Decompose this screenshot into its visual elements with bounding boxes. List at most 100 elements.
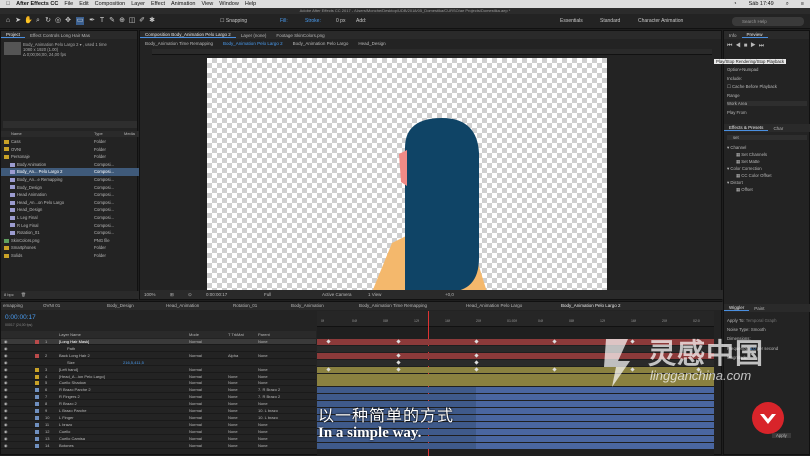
next-frame-icon[interactable]: ▶ — [750, 43, 758, 49]
project-item[interactable]: OVNI Folder — [1, 146, 139, 154]
layer-trkmat[interactable]: None — [228, 443, 238, 449]
layer-parent[interactable]: None — [258, 380, 268, 386]
tab-character[interactable]: Char — [768, 126, 788, 131]
tab-preview[interactable]: Preview — [741, 32, 768, 38]
layer-row[interactable]: ◉ 8 R Brazo 2 Normal None None — [1, 401, 316, 408]
size-value[interactable]: 216,5,411,5 — [123, 360, 144, 366]
stroke-label[interactable]: Stroke: — [305, 18, 321, 24]
layer-mode[interactable]: Normal — [189, 401, 202, 407]
project-item[interactable]: Body_Design Composi... — [1, 184, 139, 192]
layer-name[interactable]: Back Long Hair 2 — [59, 353, 90, 359]
tab-layer[interactable]: Layer (none) — [236, 33, 272, 38]
layer-track-bar[interactable] — [317, 394, 714, 401]
tab-info[interactable]: Info — [724, 33, 742, 38]
shortcut-value[interactable]: Option+Numpad — [727, 67, 758, 72]
label-color[interactable] — [35, 402, 39, 407]
layer-mode[interactable]: Normal — [189, 353, 202, 359]
effect-category[interactable]: ▾ Channel — [727, 145, 746, 151]
visibility-icon[interactable]: ◉ — [4, 401, 8, 407]
zoom-tool-icon[interactable]: ⌕ — [34, 17, 42, 25]
tl-tab-5[interactable]: Body_Animation — [291, 302, 324, 310]
layer-name[interactable]: L brazo — [59, 422, 72, 428]
project-item[interactable]: R Leg Final Composi... — [1, 222, 139, 230]
layer-name[interactable]: Path — [67, 346, 75, 352]
layer-trkmat[interactable]: None — [228, 401, 238, 407]
layer-name[interactable]: L Finger — [59, 415, 74, 421]
tl-tab-3[interactable]: Head_Animation — [166, 302, 199, 310]
layer-parent[interactable]: 7. R Brazo 2 — [258, 394, 280, 400]
tab-composition[interactable]: Composition Body_Animation Pelo Largo 2 — [140, 32, 236, 38]
visibility-icon[interactable]: ◉ — [4, 353, 8, 359]
layer-row[interactable]: ◉ Size 216,5,411,5 — [1, 360, 316, 366]
layer-row[interactable]: ◉ 1 [Long Hair Mask] Normal None — [1, 339, 316, 345]
label-color[interactable] — [35, 409, 39, 413]
menu-layer[interactable]: Layer — [131, 1, 145, 7]
tl-tab-1[interactable]: OVNI 01 — [43, 302, 60, 310]
visibility-icon[interactable]: ◉ — [4, 394, 8, 400]
workspace-character-animation[interactable]: Character Animation — [638, 18, 683, 24]
layer-trkmat[interactable]: Alpha — [228, 353, 238, 359]
project-item[interactable]: Cass Folder — [1, 138, 139, 146]
project-item[interactable]: Rotation_01 Composi... — [1, 229, 139, 237]
layer-parent[interactable]: None — [258, 339, 268, 345]
layer-name[interactable]: Cuello Shadow — [59, 380, 86, 386]
add-label[interactable]: Add: — [356, 18, 366, 24]
comp-canvas[interactable] — [207, 58, 607, 292]
col-trkmat[interactable]: T TrkMat — [228, 331, 244, 338]
range-dropdown[interactable]: Work Area — [727, 101, 807, 106]
label-color[interactable] — [35, 415, 39, 420]
effects-search-input[interactable]: set — [727, 135, 807, 140]
pan-behind-tool-icon[interactable]: ✥ — [64, 17, 72, 25]
layer-mode[interactable]: Normal — [189, 408, 202, 414]
app-menu[interactable]: After Effects CC — [16, 1, 58, 7]
col-parent[interactable]: Parent — [258, 331, 270, 338]
label-color[interactable] — [35, 367, 39, 372]
layer-row[interactable]: ◉ 11 L brazo Normal None None — [1, 422, 316, 428]
rotate-tool-icon[interactable]: ↻ — [44, 17, 52, 25]
project-item[interactable]: Personaje Folder — [1, 153, 139, 161]
visibility-icon[interactable]: ◉ — [4, 346, 8, 352]
tl-tab-7[interactable]: Head_Animation Pelo Largo — [466, 302, 522, 310]
layer-mode[interactable]: Normal — [189, 367, 202, 373]
menu-list-icon[interactable]: ≡ — [801, 1, 804, 7]
layer-mode[interactable]: Normal — [189, 374, 202, 380]
tab-effect-controls[interactable]: Effect Controls Long Hair Mas — [25, 33, 95, 38]
label-color[interactable] — [35, 353, 39, 358]
label-color[interactable] — [35, 429, 39, 434]
layer-parent[interactable]: None — [258, 429, 268, 435]
layer-trkmat[interactable]: None — [228, 415, 238, 421]
layer-parent[interactable]: None — [258, 436, 268, 442]
visibility-icon[interactable]: ◉ — [4, 436, 8, 442]
trash-icon[interactable]: 🗑 — [21, 292, 26, 297]
label-color[interactable] — [35, 443, 39, 448]
effect-category[interactable]: ▾ Color Correction — [727, 166, 762, 172]
layer-name[interactable]: R Brazo Parche 2 — [59, 387, 91, 393]
exposure-value[interactable]: +0,0 — [445, 290, 454, 299]
layer-name[interactable]: R Fingers 2 — [59, 394, 80, 400]
effect-item[interactable]: ▦ Set Matte — [736, 159, 760, 165]
breadcrumb-0[interactable]: Body_Animation Time Remapping — [140, 41, 218, 46]
effect-category[interactable]: ▾ Distort — [727, 180, 743, 186]
views-dropdown[interactable]: 1 View — [368, 290, 381, 299]
layer-parent[interactable]: None — [258, 367, 268, 373]
layer-mode[interactable]: Normal — [189, 394, 202, 400]
search-help-input[interactable]: Search Help — [732, 17, 804, 26]
layer-mode[interactable]: Normal — [189, 380, 202, 386]
fill-label[interactable]: Fill: — [280, 18, 288, 24]
menu-view[interactable]: View — [201, 1, 213, 7]
effect-item[interactable]: ▦ Offset — [736, 187, 753, 193]
label-color[interactable] — [35, 340, 39, 344]
tab-paint[interactable]: Paint — [749, 306, 769, 311]
project-item[interactable]: Head Animation Composi... — [1, 191, 139, 199]
workspace-standard[interactable]: Standard — [600, 18, 620, 24]
roto-brush-tool-icon[interactable]: ✐ — [138, 17, 146, 25]
layer-name[interactable]: Cuello — [59, 429, 70, 435]
layer-name[interactable]: Size — [67, 360, 75, 366]
wifi-icon[interactable]: ◔ — [733, 1, 736, 7]
label-color[interactable] — [35, 381, 39, 386]
layer-row[interactable]: ◉ 5 Cuello Shadow Normal None None — [1, 380, 316, 387]
tab-effects-presets[interactable]: Effects & Presets — [724, 125, 769, 131]
layer-mode[interactable]: Normal — [189, 387, 202, 393]
stroke-width[interactable]: 0 px — [336, 18, 345, 24]
project-item[interactable]: Head_An...on Pelo Largo Composi... — [1, 199, 139, 207]
